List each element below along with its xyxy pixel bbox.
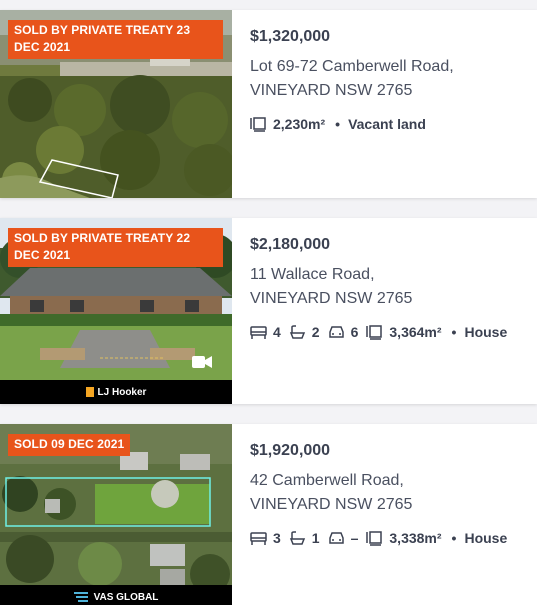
land-size-feature: 2,230m² bbox=[250, 116, 325, 132]
vas-global-logo-icon bbox=[73, 592, 88, 602]
listing-price: $1,320,000 bbox=[250, 28, 331, 45]
bathrooms-value: 2 bbox=[311, 324, 320, 340]
listing-address[interactable]: Lot 69-72 Camberwell Road, VINEYARD NSW … bbox=[250, 55, 529, 103]
land-size-value: 2,230m² bbox=[273, 116, 326, 132]
listing-card[interactable]: SOLD BY PRIVATE TREATY 23 DEC 2021 $1,32… bbox=[0, 10, 537, 198]
bed-icon bbox=[250, 325, 267, 339]
address-line-1: 42 Camberwell Road, bbox=[250, 472, 404, 489]
bedrooms-value: 4 bbox=[273, 324, 281, 340]
listing-details: $2,180,000 11 Wallace Road, VINEYARD NSW… bbox=[250, 218, 529, 340]
parking-value: – bbox=[350, 530, 359, 546]
parking-feature: 6 bbox=[328, 324, 359, 340]
address-line-1: Lot 69-72 Camberwell Road, bbox=[250, 58, 454, 75]
bathrooms-value: 1 bbox=[311, 530, 320, 546]
agency-branding: LJ Hooker bbox=[0, 380, 232, 404]
address-line-2: VINEYARD NSW 2765 bbox=[250, 496, 413, 513]
land-size-icon bbox=[250, 116, 266, 132]
lj-hooker-logo-icon bbox=[85, 387, 94, 397]
land-size-icon bbox=[366, 530, 383, 546]
land-size-feature: 3,338m² bbox=[366, 530, 442, 546]
listing-details: $1,920,000 42 Camberwell Road, VINEYARD … bbox=[250, 424, 529, 546]
parking-value: 6 bbox=[350, 324, 359, 340]
land-size-feature: 3,364m² bbox=[366, 324, 442, 340]
separator-dot: • bbox=[335, 116, 341, 132]
listing-features: 4 2 6 3,364m² • House bbox=[250, 324, 529, 340]
property-type: House bbox=[464, 324, 508, 340]
listing-features: 3 1 – 3,338m² • House bbox=[250, 530, 529, 546]
bathrooms-feature: 1 bbox=[289, 530, 320, 546]
listing-address[interactable]: 42 Camberwell Road, VINEYARD NSW 2765 bbox=[250, 469, 529, 517]
listing-price: $2,180,000 bbox=[250, 236, 331, 253]
bed-icon bbox=[250, 531, 267, 545]
listing-results: SOLD BY PRIVATE TREATY 23 DEC 2021 $1,32… bbox=[0, 0, 537, 605]
land-size-icon bbox=[366, 324, 383, 340]
parking-feature: – bbox=[328, 530, 359, 546]
listing-photo[interactable]: SOLD BY PRIVATE TREATY 22 DEC 2021 LJ Ho… bbox=[0, 218, 232, 404]
sold-badge: SOLD BY PRIVATE TREATY 23 DEC 2021 bbox=[8, 20, 223, 59]
agency-branding: VAS GLOBAL bbox=[0, 585, 232, 605]
address-line-2: VINEYARD NSW 2765 bbox=[250, 290, 413, 307]
bedrooms-feature: 4 bbox=[250, 324, 281, 340]
car-icon bbox=[328, 325, 344, 338]
listing-address[interactable]: 11 Wallace Road, VINEYARD NSW 2765 bbox=[250, 263, 529, 311]
listing-features: 2,230m² • Vacant land bbox=[250, 116, 529, 132]
bath-icon bbox=[289, 324, 305, 339]
listing-price: $1,920,000 bbox=[250, 442, 331, 459]
sold-badge: SOLD BY PRIVATE TREATY 22 DEC 2021 bbox=[8, 228, 223, 267]
listing-photo[interactable]: SOLD BY PRIVATE TREATY 23 DEC 2021 bbox=[0, 10, 232, 198]
land-size-value: 3,364m² bbox=[389, 324, 442, 340]
listing-photo[interactable]: SOLD 09 DEC 2021 VAS GLOBAL bbox=[0, 424, 232, 605]
agency-name: VAS GLOBAL bbox=[93, 591, 159, 603]
sold-badge: SOLD 09 DEC 2021 bbox=[8, 434, 131, 456]
separator-dot: • bbox=[451, 324, 457, 340]
listing-card[interactable]: SOLD BY PRIVATE TREATY 22 DEC 2021 LJ Ho… bbox=[0, 218, 537, 404]
land-size-value: 3,338m² bbox=[389, 530, 442, 546]
bathrooms-feature: 2 bbox=[289, 324, 320, 340]
separator-dot: • bbox=[451, 530, 457, 546]
bath-icon bbox=[289, 530, 305, 545]
listing-card[interactable]: SOLD 09 DEC 2021 VAS GLOBAL $1,920,000 4… bbox=[0, 424, 537, 605]
property-type: Vacant land bbox=[348, 116, 426, 132]
address-line-1: 11 Wallace Road, bbox=[250, 266, 375, 283]
address-line-2: VINEYARD NSW 2765 bbox=[250, 82, 413, 99]
bedrooms-feature: 3 bbox=[250, 530, 281, 546]
video-icon[interactable] bbox=[192, 354, 212, 370]
agency-name: LJ Hooker bbox=[97, 386, 147, 398]
listing-details: $1,320,000 Lot 69-72 Camberwell Road, VI… bbox=[250, 10, 529, 132]
car-icon bbox=[328, 531, 344, 544]
property-type: House bbox=[464, 530, 508, 546]
bedrooms-value: 3 bbox=[273, 530, 281, 546]
